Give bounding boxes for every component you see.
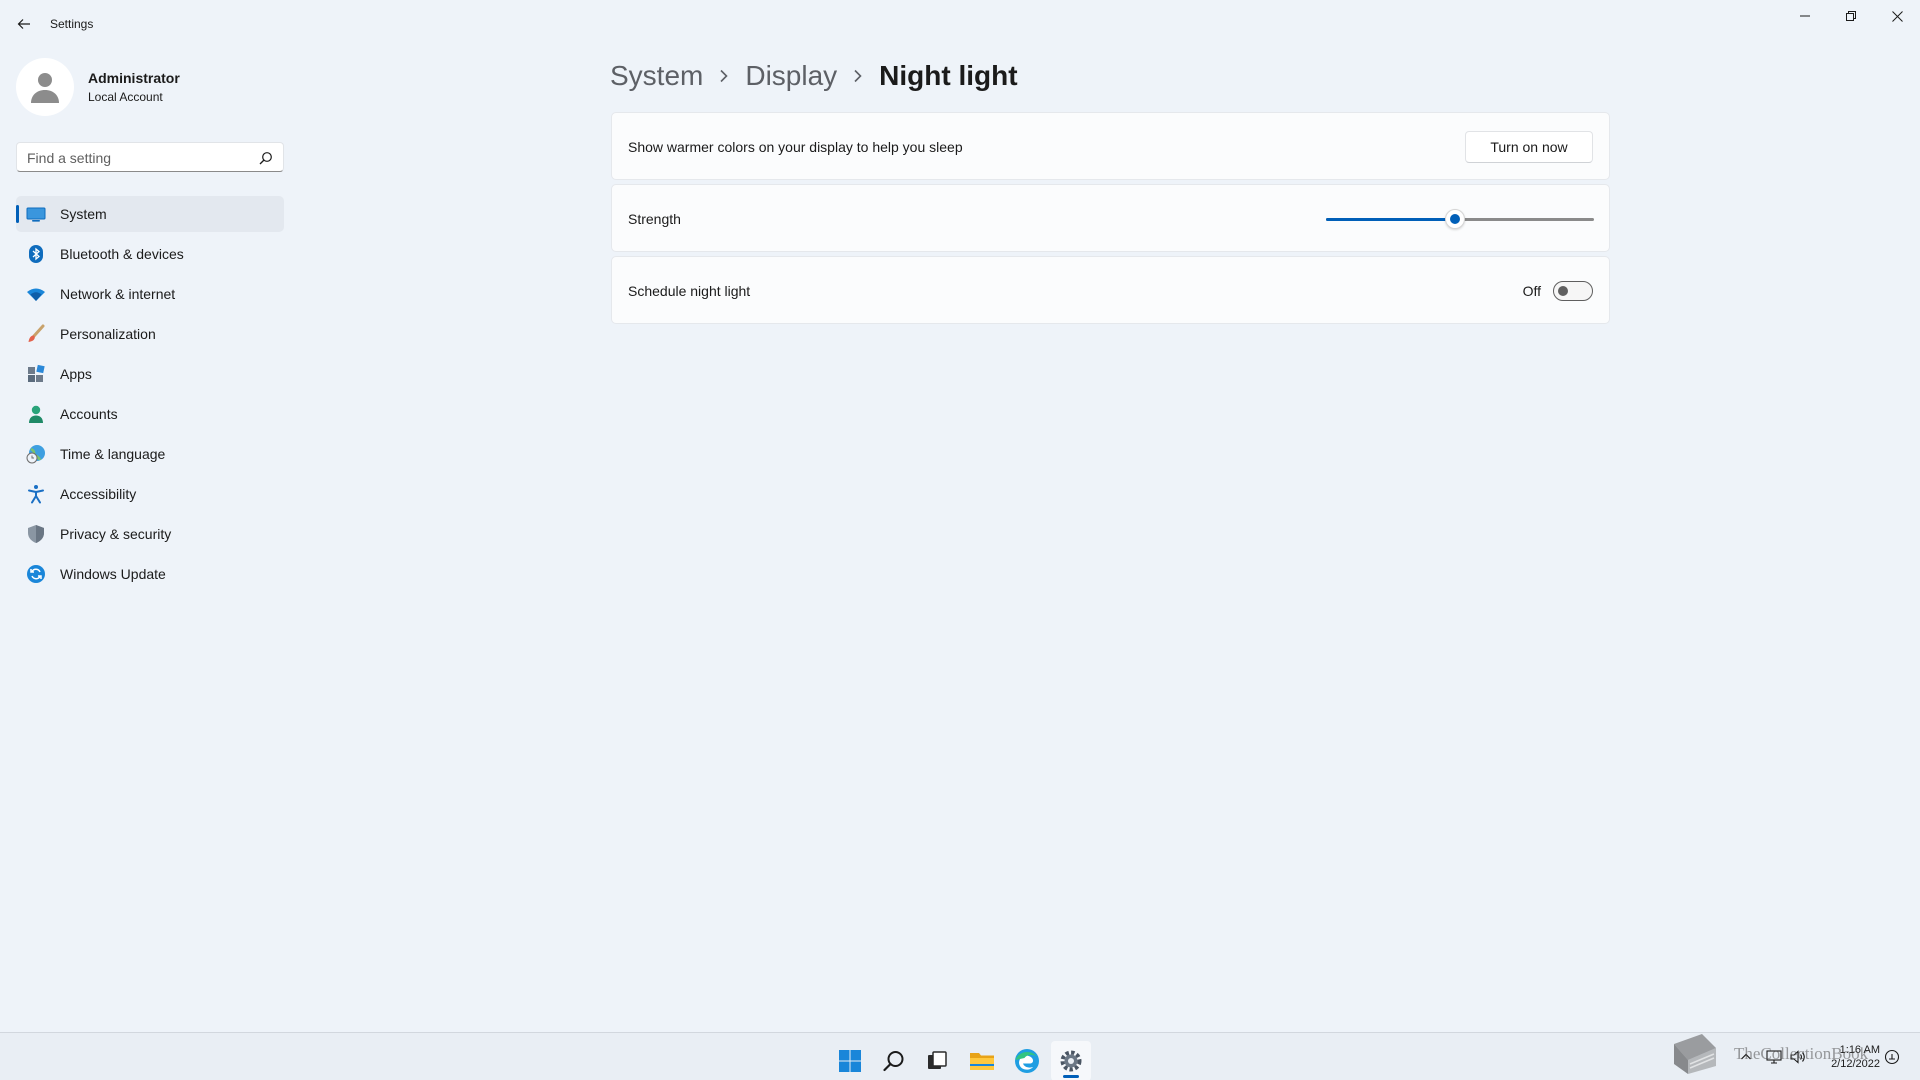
strength-slider[interactable] — [1326, 209, 1594, 229]
night-light-description: Show warmer colors on your display to he… — [628, 139, 963, 155]
toggle-knob — [1558, 286, 1568, 296]
sidebar-item-label: Network & internet — [60, 286, 176, 302]
search-input[interactable] — [27, 149, 247, 167]
sidebar-item-label: Accounts — [60, 406, 118, 422]
sidebar-item-label: System — [60, 206, 107, 222]
schedule-toggle[interactable] — [1553, 281, 1593, 301]
turn-on-now-button[interactable]: Turn on now — [1465, 131, 1593, 163]
sidebar-item-windows-update[interactable]: Windows Update — [16, 556, 284, 592]
monitor-icon — [26, 204, 46, 224]
update-icon — [26, 564, 46, 584]
breadcrumb-system[interactable]: System — [610, 60, 703, 92]
app-title: Settings — [50, 17, 94, 31]
start-icon[interactable] — [830, 1041, 870, 1080]
user-avatar-icon — [31, 73, 59, 103]
sidebar-item-label: Windows Update — [60, 566, 166, 582]
sidebar-item-accounts[interactable]: Accounts — [16, 396, 284, 432]
schedule-card: Schedule night light Off — [611, 256, 1610, 324]
page-title: Night light — [879, 60, 1018, 91]
wifi-icon — [26, 284, 46, 304]
profile-name: Administrator — [88, 70, 180, 86]
shield-icon — [26, 524, 46, 544]
globe-clock-icon — [26, 444, 46, 464]
brush-icon — [26, 324, 46, 344]
sidebar-item-privacy-security[interactable]: Privacy & security — [16, 516, 284, 552]
slider-fill — [1326, 218, 1455, 221]
title-bar: Settings — [0, 0, 1920, 48]
taskbar: 1:16 AM 2/12/2022 — [0, 1032, 1920, 1080]
slider-thumb[interactable] — [1444, 209, 1465, 229]
minimize-button[interactable] — [1782, 0, 1828, 32]
sidebar-item-bluetooth-devices[interactable]: Bluetooth & devices — [16, 236, 284, 272]
restore-icon — [1846, 11, 1856, 21]
sidebar-item-accessibility[interactable]: Accessibility — [16, 476, 284, 512]
minimize-icon — [1800, 15, 1810, 17]
notification-icon[interactable] — [1882, 1047, 1902, 1067]
sidebar-nav: System Bluetooth & devices Network & int… — [16, 196, 284, 596]
strength-label: Strength — [628, 211, 681, 227]
restore-button[interactable] — [1828, 0, 1874, 32]
sidebar-item-apps[interactable]: Apps — [16, 356, 284, 392]
watermark-text: TheCollectionBook — [1734, 1044, 1869, 1063]
sidebar-item-label: Privacy & security — [60, 526, 172, 542]
search-icon[interactable] — [259, 151, 273, 165]
back-arrow-icon — [17, 19, 30, 29]
close-button[interactable] — [1874, 0, 1920, 32]
strength-card: Strength — [611, 184, 1610, 252]
sidebar-item-system[interactable]: System — [16, 196, 284, 232]
search-icon[interactable] — [874, 1041, 914, 1080]
search-box[interactable] — [16, 142, 284, 172]
sidebar-item-label: Time & language — [60, 446, 166, 462]
avatar — [16, 58, 74, 116]
breadcrumb-display[interactable]: Display — [745, 60, 837, 92]
profile-account-type: Local Account — [88, 90, 163, 104]
chevron-right-icon — [853, 69, 863, 83]
user-profile[interactable]: Administrator Local Account — [16, 56, 286, 116]
schedule-toggle-state: Off — [1522, 283, 1541, 299]
back-button[interactable] — [10, 10, 38, 38]
breadcrumb: System Display Night light — [610, 54, 1018, 98]
night-light-card: Show warmer colors on your display to he… — [611, 112, 1610, 180]
sidebar-item-personalization[interactable]: Personalization — [16, 316, 284, 352]
active-app-indicator — [1063, 1075, 1079, 1078]
bluetooth-icon — [26, 244, 46, 264]
sidebar-item-network-internet[interactable]: Network & internet — [16, 276, 284, 312]
sidebar-item-time-language[interactable]: Time & language — [16, 436, 284, 472]
file-explorer-icon[interactable] — [962, 1041, 1002, 1080]
sidebar-item-label: Personalization — [60, 326, 156, 342]
sidebar-item-label: Accessibility — [60, 486, 137, 502]
chevron-right-icon — [719, 69, 729, 83]
sidebar-item-label: Bluetooth & devices — [60, 246, 184, 262]
apps-icon — [26, 364, 46, 384]
sidebar-item-label: Apps — [60, 366, 92, 382]
task-view-icon[interactable] — [917, 1041, 957, 1080]
book-watermark-icon — [1674, 1034, 1716, 1074]
edge-icon[interactable] — [1007, 1041, 1047, 1080]
accessibility-icon — [26, 484, 46, 504]
close-icon — [1891, 10, 1903, 22]
person-icon — [26, 404, 46, 424]
schedule-label: Schedule night light — [628, 283, 751, 299]
